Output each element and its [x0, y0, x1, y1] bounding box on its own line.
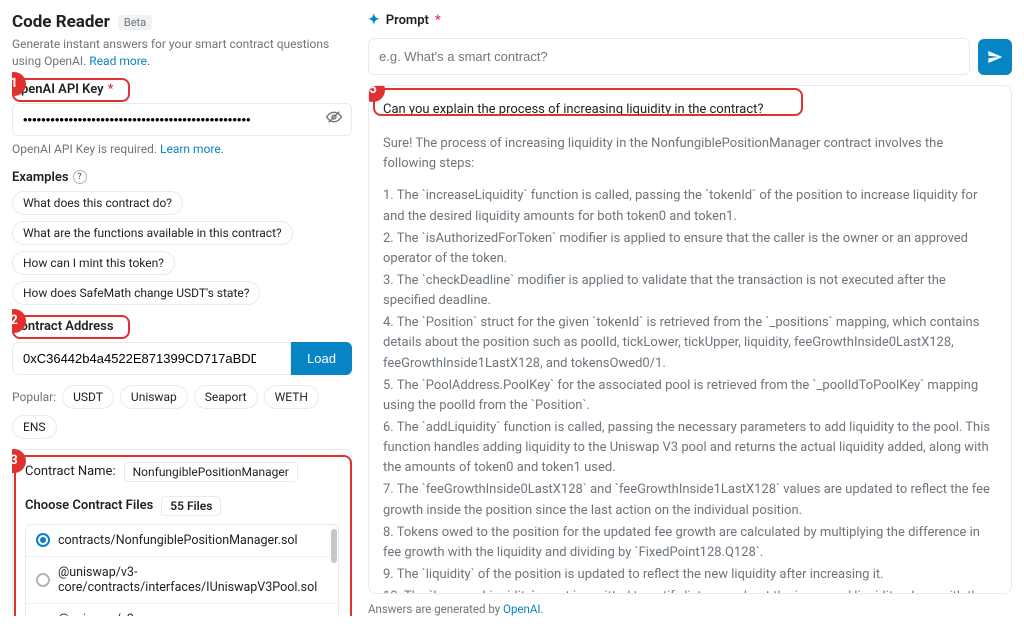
prompt-input[interactable]	[368, 38, 970, 75]
answer-step: 6. The `addLiquidity` function is called…	[383, 418, 997, 478]
page-subtitle: Generate instant answers for your smart …	[12, 36, 352, 70]
file-list[interactable]: contracts/NonfungiblePositionManager.sol…	[25, 524, 339, 616]
popular-chip[interactable]: WETH	[264, 385, 319, 409]
file-item[interactable]: @uniswap/v3-core/contracts/interfaces/IU…	[26, 557, 338, 604]
example-chip[interactable]: What are the functions available in this…	[12, 221, 293, 245]
api-key-note: OpenAI API Key is required. Learn more.	[12, 142, 352, 156]
popular-chip[interactable]: USDT	[62, 385, 114, 409]
required-asterisk: *	[435, 13, 441, 28]
page-title: Code Reader	[12, 12, 110, 32]
example-chip[interactable]: How does SafeMath change USDT's state?	[12, 281, 260, 305]
user-question: Can you explain the process of increasin…	[383, 100, 997, 120]
visibility-toggle-icon[interactable]	[326, 109, 342, 129]
choose-files-label: Choose Contract Files	[25, 498, 153, 513]
sparkle-icon: ✦	[368, 12, 380, 28]
scrollbar-thumb[interactable]	[331, 529, 337, 563]
send-button[interactable]	[978, 39, 1012, 75]
answer-step: 1. The `increaseLiquidity` function is c…	[383, 186, 997, 226]
answer-intro: Sure! The process of increasing liquidit…	[383, 134, 997, 174]
popular-label: Popular:	[12, 390, 56, 404]
file-name: @uniswap/v3-core/contracts/interfaces/IU…	[58, 565, 328, 595]
subtitle-text: Generate instant answers for your smart …	[12, 37, 329, 68]
read-more-link[interactable]: Read more.	[89, 54, 150, 68]
openai-link[interactable]: OpenAI	[503, 602, 540, 616]
answer-step: 4. The `Position` struct for the given `…	[383, 313, 997, 373]
radio-icon[interactable]	[36, 533, 50, 547]
contract-address-input[interactable]	[12, 342, 291, 375]
api-key-input[interactable]	[12, 103, 352, 136]
contract-name-label: Contract Name:	[25, 464, 116, 479]
answer-step: 7. The `feeGrowthInside0LastX128` and `f…	[383, 480, 997, 520]
examples-label: Examples	[12, 170, 69, 185]
required-asterisk: *	[108, 82, 114, 97]
popular-chip[interactable]: Seaport	[194, 385, 258, 409]
file-count-badge: 55 Files	[161, 496, 221, 516]
file-name: contracts/NonfungiblePositionManager.sol	[58, 533, 298, 548]
answer-step: 3. The `checkDeadline` modifier is appli…	[383, 271, 997, 311]
load-button[interactable]: Load	[291, 342, 352, 375]
help-icon[interactable]: ?	[73, 170, 87, 184]
file-item[interactable]: @uniswap/v3-core/contracts/libraries/Fix…	[26, 604, 338, 616]
answer-step: 2. The `isAuthorizedForToken` modifier i…	[383, 229, 997, 269]
learn-more-link[interactable]: Learn more.	[160, 142, 224, 156]
radio-icon[interactable]	[36, 573, 50, 587]
contract-address-label: Contract Address	[12, 319, 114, 334]
answer-step: 10. The `IncreaseLiquidity` event is emi…	[383, 587, 997, 594]
beta-badge: Beta	[118, 15, 152, 30]
example-chip[interactable]: What does this contract do?	[12, 191, 183, 215]
answer-card: 5 Can you explain the process of increas…	[368, 85, 1012, 594]
file-name: @uniswap/v3-core/contracts/libraries/Fix…	[58, 612, 328, 616]
answer-step: 5. The `PoolAddress.PoolKey` for the ass…	[383, 376, 997, 416]
file-item[interactable]: contracts/NonfungiblePositionManager.sol	[26, 525, 338, 557]
popular-chip[interactable]: ENS	[12, 415, 57, 439]
prompt-label: Prompt	[386, 13, 429, 28]
answer-step: 8. Tokens owed to the position for the u…	[383, 523, 997, 563]
popular-chip[interactable]: Uniswap	[120, 385, 188, 409]
example-chip[interactable]: How can I mint this token?	[12, 251, 175, 275]
answer-step: 9. The `liquidity` of the position is up…	[383, 565, 997, 585]
footer-note: Answers are generated by OpenAI.	[368, 602, 1012, 616]
contract-name-value: NonfungiblePositionManager	[124, 462, 298, 482]
